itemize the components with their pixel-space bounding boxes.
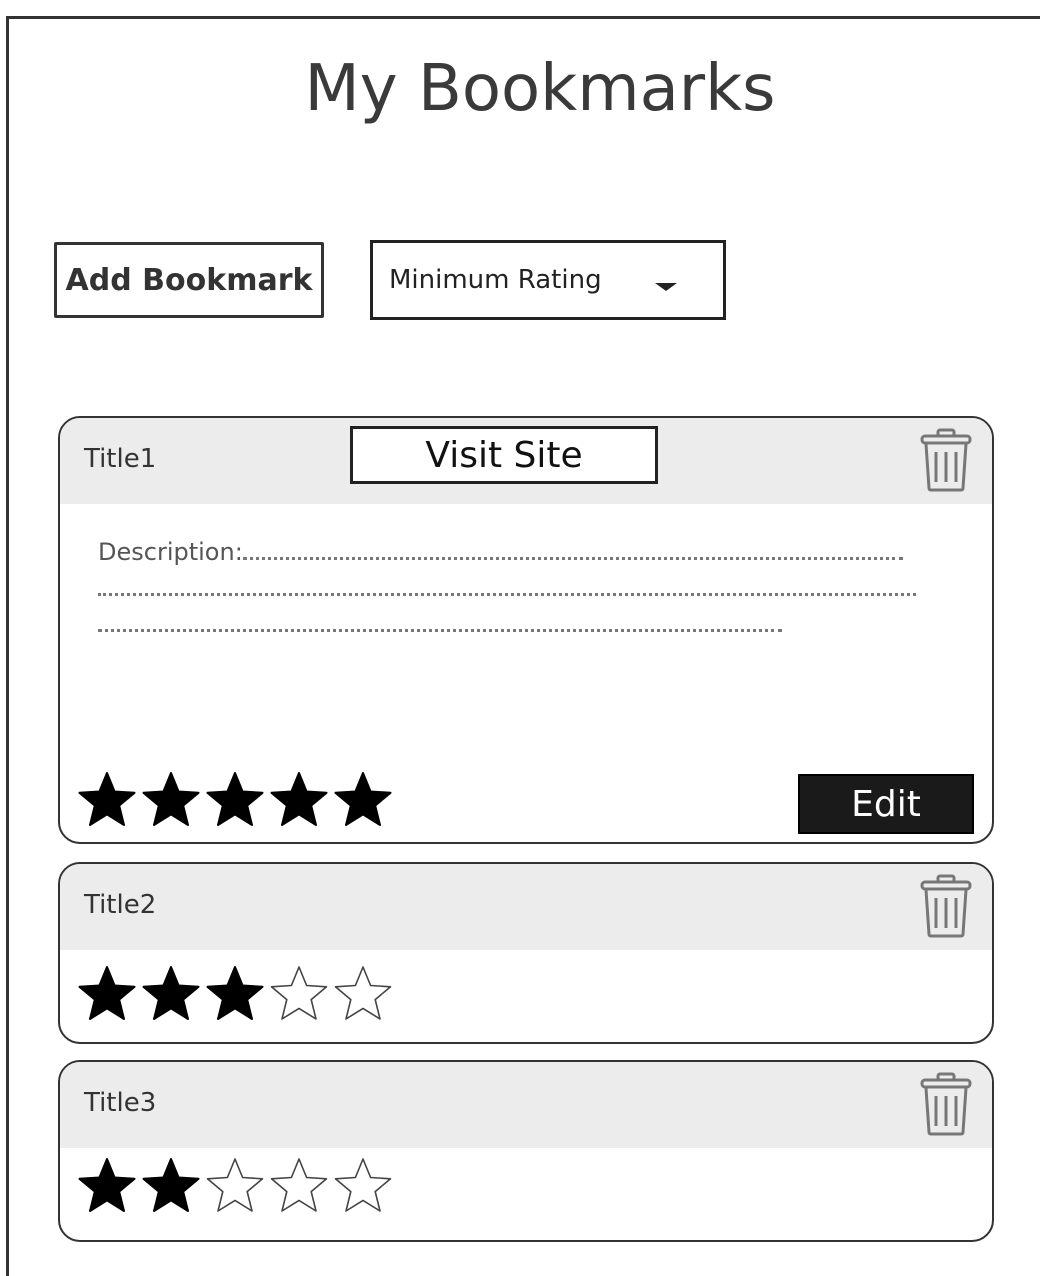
edit-button[interactable]: Edit: [798, 774, 974, 834]
page-title: My Bookmarks: [304, 52, 776, 126]
star-filled-icon[interactable]: [76, 770, 138, 828]
star-filled-icon[interactable]: [140, 964, 202, 1022]
bookmark-card: Title3: [58, 1060, 994, 1242]
rating-stars: [76, 770, 394, 828]
star-filled-icon[interactable]: [332, 770, 394, 828]
star-filled-icon[interactable]: [268, 770, 330, 828]
star-filled-icon[interactable]: [140, 1156, 202, 1214]
bookmark-card-header[interactable]: Title1 Visit Site: [60, 418, 992, 504]
bookmark-title: Title1: [84, 444, 157, 474]
star-filled-icon[interactable]: [76, 1156, 138, 1214]
minimum-rating-select[interactable]: Minimum Rating: [370, 240, 726, 320]
bookmark-description: Description:: [98, 534, 918, 642]
add-bookmark-button[interactable]: Add Bookmark: [54, 242, 324, 318]
description-label: Description:: [98, 538, 243, 566]
minimum-rating-label: Minimum Rating: [389, 265, 602, 295]
trash-icon[interactable]: [920, 1072, 972, 1136]
bookmark-card: Title2: [58, 862, 994, 1044]
trash-icon[interactable]: [920, 428, 972, 492]
rating-stars: [76, 964, 394, 1022]
bookmark-title: Title3: [84, 1088, 157, 1118]
bookmark-card-header[interactable]: Title3: [60, 1062, 992, 1148]
star-empty-icon[interactable]: [268, 964, 330, 1022]
star-empty-icon[interactable]: [268, 1156, 330, 1214]
trash-icon[interactable]: [920, 874, 972, 938]
chevron-down-icon: [655, 283, 677, 291]
star-empty-icon[interactable]: [204, 1156, 266, 1214]
star-empty-icon[interactable]: [332, 1156, 394, 1214]
rating-stars: [76, 1156, 394, 1214]
star-empty-icon[interactable]: [332, 964, 394, 1022]
bookmark-title: Title2: [84, 890, 157, 920]
star-filled-icon[interactable]: [204, 770, 266, 828]
visit-site-button[interactable]: Visit Site: [350, 426, 658, 484]
star-filled-icon[interactable]: [76, 964, 138, 1022]
star-filled-icon[interactable]: [140, 770, 202, 828]
star-filled-icon[interactable]: [204, 964, 266, 1022]
bookmark-card: Title1 Visit Site Description: Edit: [58, 416, 994, 844]
bookmark-card-header[interactable]: Title2: [60, 864, 992, 950]
